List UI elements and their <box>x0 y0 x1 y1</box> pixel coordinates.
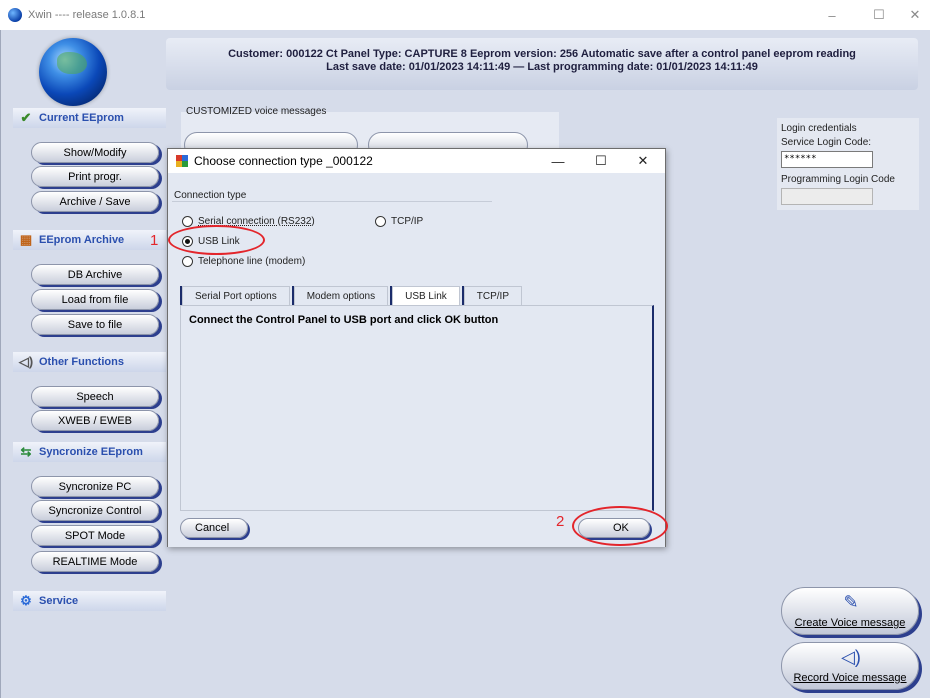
dialog-close-button[interactable]: ✕ <box>623 149 663 173</box>
connection-type-dialog: Choose connection type _000122 — ☐ ✕ Con… <box>167 148 666 547</box>
service-login-input[interactable]: ****** <box>781 151 873 168</box>
check-icon: ✔ <box>20 110 32 125</box>
radio-tcpip-circle[interactable] <box>375 216 386 227</box>
dialog-minimize-button[interactable]: — <box>538 149 578 173</box>
section-other-functions[interactable]: ◁) Other Functions <box>13 352 166 372</box>
usb-icon: ⇆ <box>20 444 32 459</box>
edit-pencil-icon: ✎ <box>843 591 859 612</box>
speech-button[interactable]: Speech <box>31 386 159 407</box>
cancel-button[interactable]: Cancel <box>180 518 248 538</box>
options-tabs: Serial Port options Modem options USB Li… <box>182 285 526 305</box>
window-title: Xwin ---- release 1.0.8.1 <box>28 9 146 21</box>
dialog-title: Choose connection type _000122 <box>194 154 373 168</box>
section-syncronize-eeprom[interactable]: ⇆ Syncronize EEprom <box>13 442 166 462</box>
header-info: Customer: 000122 Ct Panel Type: CAPTURE … <box>166 38 918 90</box>
dialog-app-icon <box>176 155 188 167</box>
db-archive-button[interactable]: DB Archive <box>31 264 159 285</box>
usb-instruction-text: Connect the Control Panel to USB port an… <box>189 314 499 326</box>
radio-telephone-circle[interactable] <box>182 256 193 267</box>
globe-logo-icon <box>39 38 107 106</box>
record-voice-message-button[interactable]: ◁) Record Voice message <box>781 642 919 690</box>
window-minimize-button[interactable]: – <box>810 0 854 30</box>
syncronize-control-button[interactable]: Syncronize Control <box>31 500 159 521</box>
ok-button-highlight <box>572 506 668 546</box>
radio-telephone-label: Telephone line (modem) <box>198 256 306 267</box>
show-modify-button[interactable]: Show/Modify <box>31 142 159 163</box>
tab-serial-port-options[interactable]: Serial Port options <box>182 286 290 305</box>
header-line-2: Last save date: 01/01/2023 14:11:49 — La… <box>326 61 758 73</box>
app-globe-icon <box>8 8 22 22</box>
section-current-eeprom[interactable]: ✔ Current EEprom <box>13 108 166 128</box>
dialog-titlebar: Choose connection type _000122 — ☐ ✕ <box>168 149 665 173</box>
login-credentials-panel: Login credentials Service Login Code: **… <box>777 118 919 210</box>
section-label: Current EEprom <box>39 112 124 124</box>
save-to-file-button[interactable]: Save to file <box>31 314 159 335</box>
section-label: Other Functions <box>39 356 124 368</box>
window-titlebar: Xwin ---- release 1.0.8.1 – ☐ ✕ <box>0 0 930 30</box>
record-voice-label: Record Voice message <box>793 672 907 684</box>
customized-voice-label: CUSTOMIZED voice messages <box>186 106 327 117</box>
programming-login-input[interactable] <box>781 188 873 205</box>
service-login-label: Service Login Code: <box>781 137 872 148</box>
section-label: EEprom Archive <box>39 234 125 246</box>
radio-serial-circle[interactable] <box>182 216 193 227</box>
window-close-button[interactable]: ✕ <box>893 0 930 30</box>
dialog-maximize-button[interactable]: ☐ <box>581 149 621 173</box>
step-1-annotation: 1 <box>150 232 159 249</box>
syncronize-pc-button[interactable]: Syncronize PC <box>31 476 159 497</box>
radio-tcpip-label: TCP/IP <box>391 216 424 227</box>
speaker-icon: ◁) <box>841 646 861 667</box>
realtime-mode-button[interactable]: REALTIME Mode <box>31 551 159 572</box>
connection-type-label: Connection type <box>174 190 247 201</box>
usb-link-panel: Connect the Control Panel to USB port an… <box>180 305 654 511</box>
section-eeprom-archive[interactable]: ▦ EEprom Archive <box>13 230 166 250</box>
header-line-1: Customer: 000122 Ct Panel Type: CAPTURE … <box>228 48 856 60</box>
create-voice-label: Create Voice message <box>794 617 906 629</box>
radio-telephone[interactable]: Telephone line (modem) <box>182 256 305 267</box>
tab-tcpip[interactable]: TCP/IP <box>463 286 523 305</box>
section-label: Syncronize EEprom <box>39 446 143 458</box>
usb-link-highlight <box>168 225 265 255</box>
radio-tcpip[interactable]: TCP/IP <box>375 216 423 227</box>
tab-modem-options[interactable]: Modem options <box>293 286 389 305</box>
archive-save-button[interactable]: Archive / Save <box>31 191 159 212</box>
xweb-eweb-button[interactable]: XWEB / EWEB <box>31 410 159 431</box>
programming-login-label: Programming Login Code <box>781 174 895 185</box>
print-progr-button[interactable]: Print progr. <box>31 166 159 187</box>
section-label: Service <box>39 595 79 607</box>
archive-icon: ▦ <box>19 232 33 247</box>
spot-mode-button[interactable]: SPOT Mode <box>31 525 159 546</box>
gears-icon: ⚙ <box>20 593 32 608</box>
step-2-annotation: 2 <box>556 513 565 530</box>
load-from-file-button[interactable]: Load from file <box>31 289 159 310</box>
section-service[interactable]: ⚙ Service <box>13 591 166 611</box>
tab-usb-link[interactable]: USB Link <box>392 286 460 305</box>
speaker-icon: ◁) <box>18 354 34 369</box>
login-title: Login credentials <box>781 123 857 134</box>
create-voice-message-button[interactable]: ✎ Create Voice message <box>781 587 919 635</box>
